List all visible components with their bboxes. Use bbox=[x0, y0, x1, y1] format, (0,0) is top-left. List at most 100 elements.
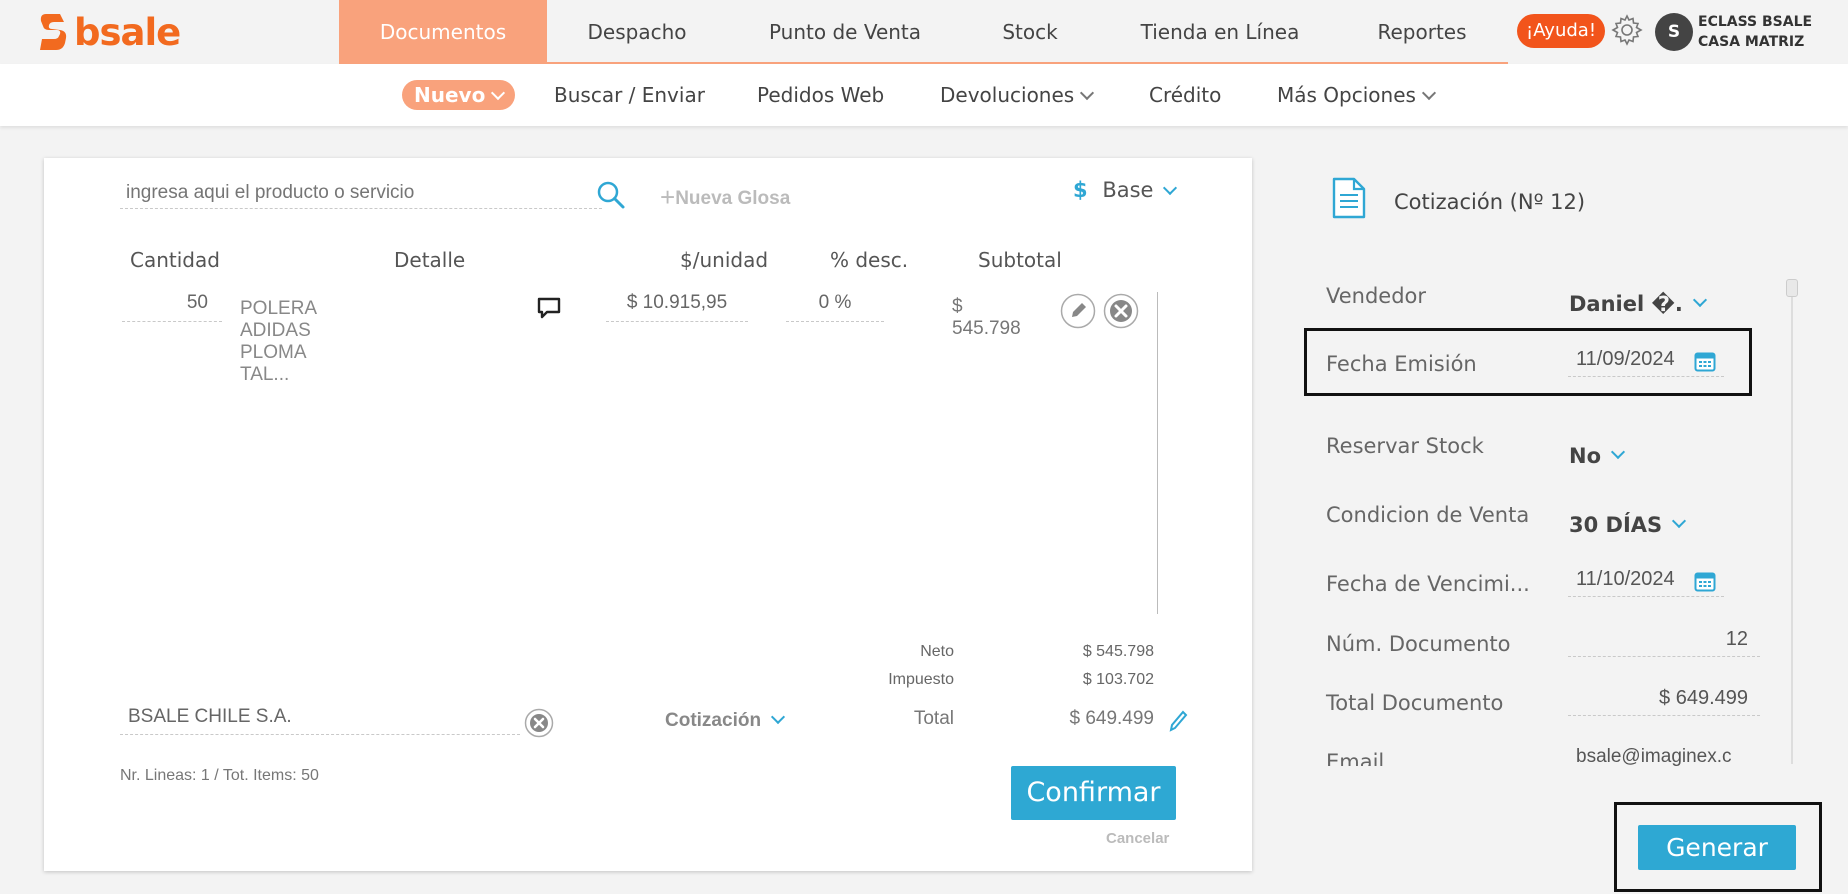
fecha-emision-label: Fecha Emisión bbox=[1326, 352, 1477, 376]
unit-price-field[interactable]: $ 10.915,95 bbox=[606, 292, 748, 322]
price-list-label: Base bbox=[1102, 178, 1154, 202]
gear-icon[interactable] bbox=[1610, 13, 1644, 47]
item-detail[interactable]: POLERA ADIDAS PLOMA TAL... bbox=[240, 298, 316, 386]
delete-row-icon[interactable] bbox=[1103, 293, 1139, 329]
reservar-stock-value: No bbox=[1569, 444, 1602, 468]
tab-documentos[interactable]: Documentos bbox=[339, 0, 547, 64]
tax-value: $ 103.702 bbox=[1082, 671, 1154, 688]
column-header-subtotal: Subtotal bbox=[978, 248, 1062, 272]
generate-button[interactable]: Generar bbox=[1638, 825, 1796, 870]
doc-type-selector[interactable]: Cotización bbox=[665, 709, 786, 732]
calendar-icon[interactable] bbox=[1694, 570, 1716, 592]
chevron-down-icon bbox=[491, 85, 506, 101]
reservar-stock-selector[interactable]: No bbox=[1569, 444, 1626, 468]
neto-value: $ 545.798 bbox=[1082, 643, 1154, 660]
chevron-down-icon bbox=[1421, 85, 1436, 101]
row-subtotal: $ 545.798 bbox=[952, 296, 1021, 339]
comment-icon[interactable] bbox=[536, 296, 562, 320]
chevron-down-icon bbox=[1163, 180, 1178, 196]
subnav-devoluciones-label: Devoluciones bbox=[940, 83, 1075, 107]
subnav-mas-opciones-label: Más Opciones bbox=[1277, 83, 1416, 107]
tab-tienda-en-linea[interactable]: Tienda en Línea bbox=[1120, 0, 1320, 64]
num-documento-field[interactable]: 12 bbox=[1568, 628, 1760, 657]
product-search-input[interactable] bbox=[120, 178, 602, 209]
chevron-down-icon bbox=[1080, 85, 1095, 101]
fecha-emision-value: 11/09/2024 bbox=[1576, 348, 1675, 370]
clear-client-icon[interactable] bbox=[524, 708, 554, 738]
total-documento-field: $ 649.499 bbox=[1568, 687, 1760, 716]
edit-icon[interactable] bbox=[1060, 293, 1096, 329]
total-value: $ 649.499 bbox=[1069, 708, 1154, 729]
subnav-buscar-enviar[interactable]: Buscar / Enviar bbox=[554, 64, 705, 126]
new-gloss-label: Nueva Glosa bbox=[675, 188, 791, 209]
calendar-icon[interactable] bbox=[1694, 350, 1716, 372]
company-selector[interactable]: ECLASS BSALE CASA MATRIZ bbox=[1698, 12, 1812, 52]
bsale-logo[interactable]: bsale bbox=[38, 10, 181, 54]
confirm-button[interactable]: Confirmar bbox=[1011, 766, 1176, 820]
client-field[interactable]: BSALE CHILE S.A. bbox=[120, 706, 520, 735]
company-name: ECLASS BSALE bbox=[1698, 14, 1813, 30]
top-navigation: bsale Documentos Despacho Punto de Venta… bbox=[0, 0, 1848, 65]
neto-label: Neto bbox=[920, 643, 954, 660]
tax-label: Impuesto bbox=[888, 671, 954, 688]
subnav-nuevo[interactable]: Nuevo bbox=[402, 80, 516, 110]
avatar[interactable]: S bbox=[1655, 13, 1693, 51]
tab-stock[interactable]: Stock bbox=[975, 0, 1085, 64]
quantity-value: 50 bbox=[186, 292, 208, 313]
search-icon[interactable] bbox=[596, 180, 626, 210]
document-title: Cotización (Nº 12) bbox=[1394, 190, 1586, 214]
tab-punto-de-venta[interactable]: Punto de Venta bbox=[740, 0, 950, 64]
column-header-detalle: Detalle bbox=[394, 248, 466, 272]
tab-despacho[interactable]: Despacho bbox=[547, 0, 727, 64]
subnav-credito[interactable]: Crédito bbox=[1149, 64, 1221, 126]
branch-name: CASA MATRIZ bbox=[1698, 34, 1805, 50]
plus-icon: + bbox=[660, 182, 676, 212]
chevron-down-icon bbox=[1610, 444, 1626, 460]
total-documento-label: Total Documento bbox=[1326, 691, 1504, 715]
email-field[interactable]: bsale@imaginex.c bbox=[1576, 746, 1732, 766]
lines-summary: Nr. Lineas: 1 / Tot. Items: 50 bbox=[120, 767, 319, 784]
currency-icon: $ bbox=[1073, 178, 1088, 202]
condicion-venta-label: Condicion de Venta bbox=[1326, 503, 1530, 527]
num-documento-value: 12 bbox=[1725, 628, 1748, 650]
document-icon bbox=[1332, 177, 1366, 219]
subnav-mas-opciones[interactable]: Más Opciones bbox=[1277, 64, 1436, 126]
tab-reportes[interactable]: Reportes bbox=[1352, 0, 1492, 64]
subnav-devoluciones[interactable]: Devoluciones bbox=[940, 64, 1095, 126]
email-row-clip: Email bsale@imaginex.c bbox=[1300, 740, 1780, 766]
subnav-pedidos-web[interactable]: Pedidos Web bbox=[757, 64, 884, 126]
column-header-cantidad: Cantidad bbox=[130, 248, 220, 272]
fecha-vencimiento-label: Fecha de Vencimi... bbox=[1326, 572, 1530, 596]
chevron-down-icon bbox=[1672, 513, 1687, 529]
items-scroll-divider bbox=[1157, 292, 1158, 614]
brand-name: bsale bbox=[74, 10, 181, 54]
panel-scrollbar-thumb[interactable] bbox=[1786, 279, 1798, 297]
discount-field[interactable]: 0 % bbox=[786, 292, 884, 322]
condicion-venta-selector[interactable]: 30 DÍAS bbox=[1569, 513, 1687, 537]
fecha-vencimiento-value: 11/10/2024 bbox=[1576, 568, 1675, 590]
total-documento-value: $ 649.499 bbox=[1659, 687, 1748, 709]
pencil-icon[interactable] bbox=[1168, 709, 1188, 733]
vendedor-label: Vendedor bbox=[1326, 284, 1427, 308]
document-editor-card bbox=[44, 158, 1252, 871]
cancel-link[interactable]: Cancelar bbox=[1106, 830, 1169, 847]
vendedor-selector[interactable]: Daniel �. bbox=[1569, 292, 1707, 316]
reservar-stock-label: Reservar Stock bbox=[1326, 434, 1484, 458]
chevron-down-icon bbox=[770, 709, 786, 725]
doc-type-label: Cotización bbox=[665, 710, 762, 731]
quantity-field[interactable]: 50 bbox=[122, 292, 222, 322]
bsale-logo-icon bbox=[40, 14, 67, 50]
new-gloss-button[interactable]: +Nueva Glosa bbox=[660, 180, 791, 212]
email-label: Email bbox=[1326, 750, 1385, 766]
vendedor-value: Daniel �. bbox=[1569, 292, 1683, 316]
condicion-venta-value: 30 DÍAS bbox=[1569, 513, 1663, 537]
help-button[interactable]: ¡Ayuda! bbox=[1517, 14, 1606, 48]
panel-scrollbar-track[interactable] bbox=[1791, 280, 1793, 764]
num-documento-label: Núm. Documento bbox=[1326, 632, 1511, 656]
chevron-down-icon bbox=[1692, 292, 1707, 308]
sub-navigation: Nuevo Buscar / Enviar Pedidos Web Devolu… bbox=[0, 64, 1848, 126]
total-label: Total bbox=[913, 708, 954, 729]
column-header-discount: % desc. bbox=[830, 248, 909, 272]
price-list-selector[interactable]: $ Base bbox=[1073, 178, 1178, 202]
subnav-nuevo-label: Nuevo bbox=[414, 83, 486, 107]
